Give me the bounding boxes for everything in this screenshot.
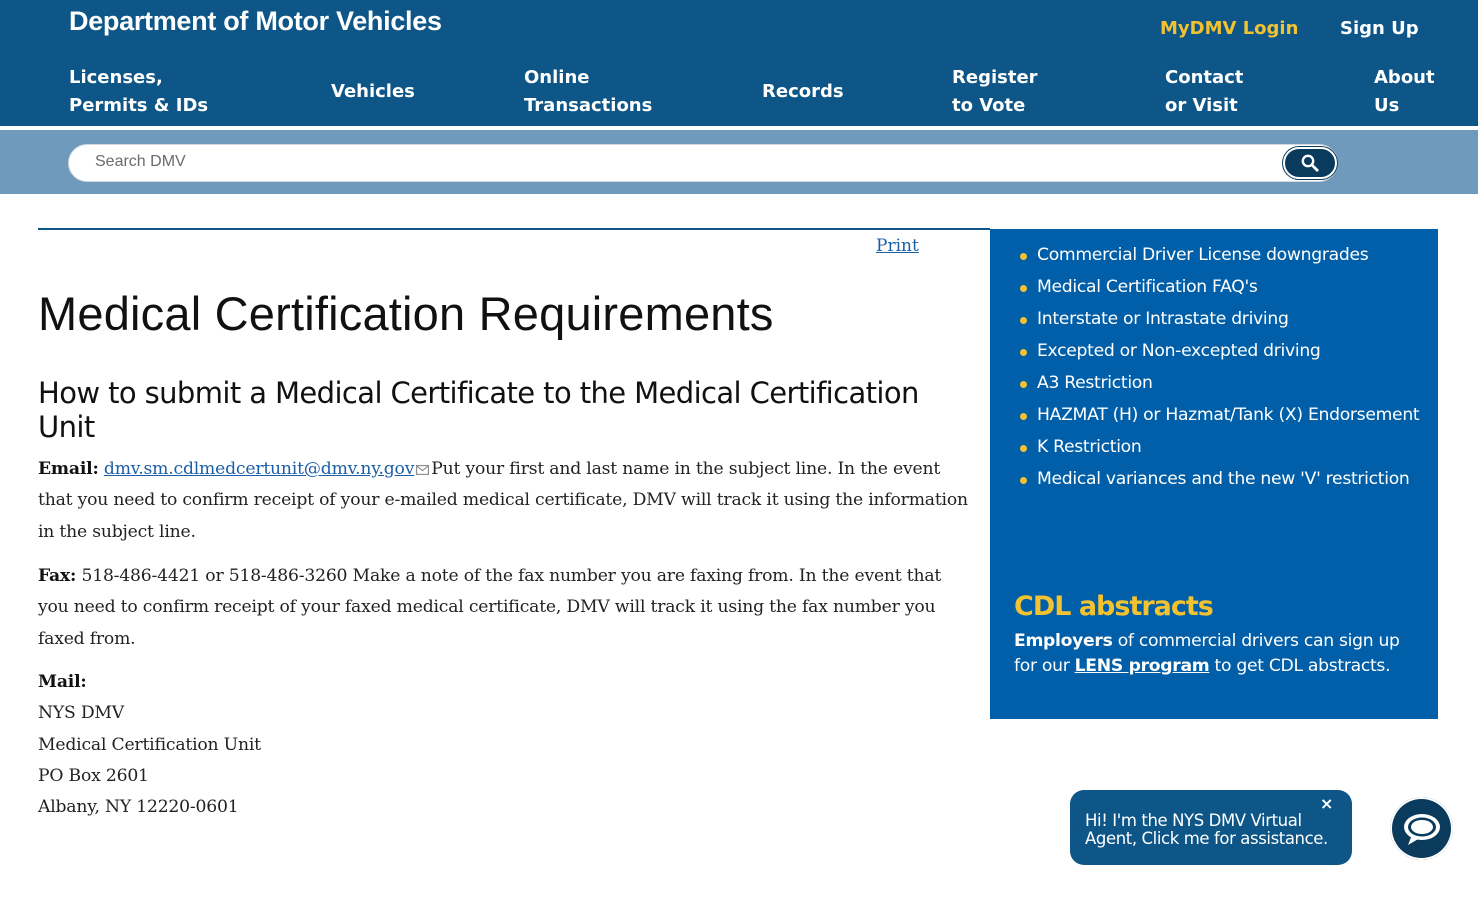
employers-text: Employers: [1014, 631, 1113, 651]
nav-item-licenses[interactable]: Licenses, Permits & IDs: [69, 64, 208, 120]
nav-item-line: Records: [762, 81, 844, 102]
search-box: [68, 144, 1338, 182]
sidebar-link[interactable]: Commercial Driver License downgrades: [1014, 243, 1424, 268]
nav-item-line: Online: [524, 67, 590, 88]
mail-line: PO Box 2601: [38, 765, 149, 786]
sidebar-link-label: K Restriction: [1037, 437, 1142, 457]
nav-item-line: Contact: [1165, 67, 1244, 88]
nav-item-line: About: [1374, 67, 1435, 88]
search-icon: [1301, 154, 1319, 172]
sidebar-link-label: Medical variances and the new 'V' restri…: [1037, 469, 1410, 489]
search-band: [0, 130, 1478, 194]
nav-item-about-us[interactable]: About Us: [1374, 64, 1435, 120]
bullet-icon: [1020, 445, 1027, 452]
bullet-icon: [1020, 253, 1027, 260]
site-header: Department of Motor Vehicles MyDMV Login…: [0, 0, 1478, 126]
bullet-icon: [1020, 349, 1027, 356]
sidebar-link-label: Commercial Driver License downgrades: [1037, 245, 1369, 265]
nav-item-line: Permits & IDs: [69, 95, 209, 116]
nav-item-records[interactable]: Records: [762, 78, 844, 106]
nav-item-line: Vehicles: [331, 81, 415, 102]
nav-item-line: Us: [1374, 95, 1400, 116]
nav-item-line: Licenses,: [69, 67, 163, 88]
email-address-link[interactable]: dmv.sm.cdlmedcertunit@dmv.ny.gov: [104, 459, 415, 479]
virtual-agent-bubble[interactable]: Hi! I'm the NYS DMV Virtual Agent, Click…: [1070, 790, 1352, 865]
sidebar-link-list: Commercial Driver License downgrades Med…: [1014, 243, 1424, 499]
bullet-icon: [1020, 381, 1027, 388]
external-mail-icon: [416, 464, 430, 475]
search-button[interactable]: [1283, 147, 1337, 179]
email-paragraph: Email: dmv.sm.cdlmedcertunit@dmv.ny.gov P…: [38, 454, 968, 548]
sidebar-link[interactable]: Medical Certification FAQ's: [1014, 275, 1424, 300]
mail-line: Medical Certification Unit: [38, 734, 261, 755]
cdl-text-part: to get CDL abstracts.: [1209, 656, 1391, 676]
mail-address-block: Mail: NYS DMV Medical Certification Unit…: [38, 667, 968, 823]
lens-program-link[interactable]: LENS program: [1075, 656, 1210, 676]
fax-paragraph: Fax: 518-486-4421 or 518-486-3260 Make a…: [38, 561, 968, 655]
page-title: Medical Certification Requirements: [38, 287, 774, 340]
sidebar-link[interactable]: HAZMAT (H) or Hazmat/Tank (X) Endorsemen…: [1014, 403, 1424, 428]
mail-line: Albany, NY 12220-0601: [38, 797, 239, 818]
mail-label: Mail:: [38, 672, 87, 692]
sidebar-link[interactable]: A3 Restriction: [1014, 371, 1424, 396]
site-brand[interactable]: Department of Motor Vehicles: [69, 6, 442, 37]
bullet-icon: [1020, 477, 1027, 484]
related-links-sidebar: Commercial Driver License downgrades Med…: [990, 229, 1438, 719]
bullet-icon: [1020, 285, 1027, 292]
search-input[interactable]: [95, 153, 1245, 171]
bullet-icon: [1020, 317, 1027, 324]
sidebar-link-label: HAZMAT (H) or Hazmat/Tank (X) Endorsemen…: [1037, 405, 1420, 425]
sidebar-link-label: Interstate or Intrastate driving: [1037, 309, 1289, 329]
sidebar-link[interactable]: Medical variances and the new 'V' restri…: [1014, 467, 1424, 492]
nav-item-online-transactions[interactable]: Online Transactions: [524, 64, 652, 120]
sidebar-link[interactable]: Interstate or Intrastate driving: [1014, 307, 1424, 332]
nav-item-line: Register: [952, 67, 1038, 88]
fax-label: Fax:: [38, 566, 77, 586]
email-label: Email:: [38, 459, 99, 479]
nav-item-line: to Vote: [952, 95, 1026, 116]
sign-up-link[interactable]: Sign Up: [1340, 18, 1419, 39]
cdl-abstracts-heading: CDL abstracts: [1014, 591, 1214, 622]
close-icon[interactable]: ×: [1320, 794, 1333, 813]
nav-item-register-to-vote[interactable]: Register to Vote: [952, 64, 1038, 120]
sidebar-link[interactable]: Excepted or Non-excepted driving: [1014, 339, 1424, 364]
sidebar-link-label: A3 Restriction: [1037, 373, 1153, 393]
sidebar-link-label: Medical Certification FAQ's: [1037, 277, 1258, 297]
nav-item-line: or Visit: [1165, 95, 1238, 116]
print-link[interactable]: Print: [876, 236, 919, 256]
sidebar-link[interactable]: K Restriction: [1014, 435, 1424, 460]
nav-item-vehicles[interactable]: Vehicles: [331, 78, 415, 106]
mail-line: NYS DMV: [38, 703, 125, 724]
nav-item-contact-or-visit[interactable]: Contact or Visit: [1165, 64, 1243, 120]
content-rule: [38, 228, 990, 230]
nav-item-line: Transactions: [524, 95, 653, 116]
sidebar-link-label: Excepted or Non-excepted driving: [1037, 341, 1321, 361]
chat-bubble-icon: [1403, 813, 1440, 845]
mydmv-login-link[interactable]: MyDMV Login: [1160, 18, 1298, 39]
cdl-abstracts-text: Employers of commercial drivers can sign…: [1014, 629, 1424, 679]
chat-launcher-button[interactable]: [1390, 797, 1453, 860]
section-heading: How to submit a Medical Certificate to t…: [38, 376, 919, 444]
fax-instructions: 518-486-4421 or 518-486-3260 Make a note…: [38, 566, 942, 649]
bullet-icon: [1020, 413, 1027, 420]
